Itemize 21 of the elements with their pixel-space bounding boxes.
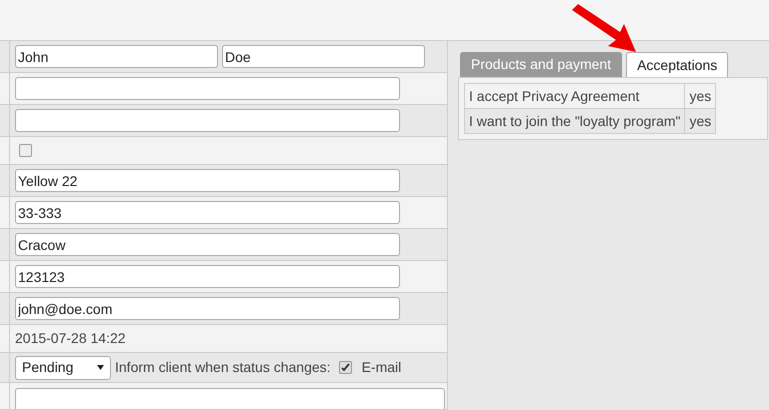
text-field[interactable]: john@doe.com	[15, 297, 400, 320]
text-field[interactable]	[15, 109, 400, 132]
table-cell: I want to join the "loyalty program"	[464, 108, 685, 134]
text-field[interactable]: Yellow 22	[15, 169, 400, 192]
first-name-field[interactable]: John	[15, 45, 218, 68]
email-label: E-mail	[362, 358, 402, 377]
tab[interactable]: Acceptations	[626, 52, 728, 77]
text-field[interactable]: Cracow	[15, 233, 400, 256]
date-text: 2015-07-28 14:22	[15, 329, 126, 348]
text-field[interactable]: 123123	[15, 265, 400, 288]
text-field[interactable]	[15, 77, 400, 100]
caret-icon	[97, 365, 104, 370]
checkmark-icon	[340, 363, 350, 372]
notify-label: Inform client when status changes:	[115, 358, 331, 377]
checkbox[interactable]	[338, 361, 352, 374]
table-cell: yes	[684, 108, 716, 134]
text-field[interactable]: 33-333	[15, 201, 400, 224]
status-select[interactable]: Pending	[15, 356, 111, 380]
checkbox[interactable]	[19, 144, 32, 157]
table-cell: I accept Privacy Agreement	[464, 84, 685, 108]
last-name-field[interactable]: Doe	[222, 45, 425, 68]
